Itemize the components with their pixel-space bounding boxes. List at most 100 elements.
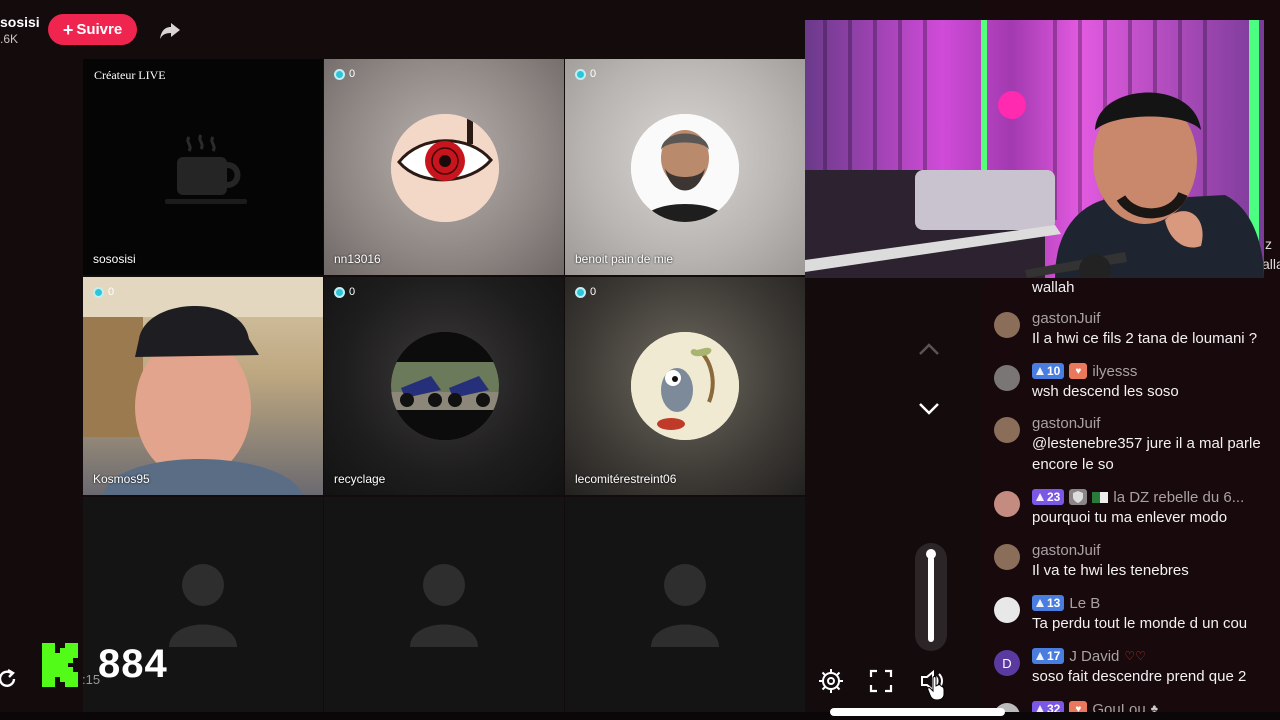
chat-username[interactable]: la DZ rebelle du 6... bbox=[1113, 489, 1244, 506]
chat-avatar[interactable] bbox=[994, 417, 1020, 443]
man-portrait-icon bbox=[631, 114, 739, 222]
chat-text: pourquoi tu ma enlever modo bbox=[1032, 509, 1228, 526]
person-placeholder-icon bbox=[169, 563, 237, 647]
host-likes: .6K bbox=[0, 32, 19, 46]
guest-badge: 0 bbox=[334, 68, 355, 80]
volume-knob[interactable] bbox=[926, 549, 936, 559]
guest-name: recyclage bbox=[334, 472, 386, 486]
guest-tile[interactable]: Créateur LIVE sososisi bbox=[83, 59, 323, 275]
stream-page: sosisi .6K + Suivre Créateur LIVE sososi… bbox=[0, 0, 1280, 720]
guest-tile[interactable]: 0 Kosmos95 bbox=[83, 277, 323, 495]
sharingan-eye-icon bbox=[391, 114, 499, 222]
previous-live-chevron-up-icon[interactable] bbox=[918, 341, 940, 357]
guest-badge: 0 bbox=[575, 286, 596, 298]
chat-username[interactable]: J David bbox=[1069, 648, 1119, 665]
coin-icon bbox=[575, 286, 586, 298]
follow-label: Suivre bbox=[76, 21, 123, 38]
level-badge: 13 bbox=[1032, 595, 1065, 611]
guest-badge: 0 bbox=[575, 68, 596, 80]
guest-tile[interactable]: 0 recyclage bbox=[324, 277, 564, 495]
level-icon bbox=[1036, 367, 1044, 375]
shield-badge-icon bbox=[1069, 489, 1088, 505]
guest-name: lecomitérestreint06 bbox=[575, 472, 677, 486]
person-placeholder-icon bbox=[651, 563, 719, 647]
guest-name: benoit pain de mie bbox=[575, 252, 674, 266]
heart-badge-icon: ♥ bbox=[1069, 363, 1088, 379]
coin-icon bbox=[575, 68, 586, 80]
guest-badge: 0 bbox=[334, 286, 355, 298]
guest-badge-count: 0 bbox=[349, 68, 356, 80]
person-placeholder-icon bbox=[410, 563, 478, 647]
follow-button[interactable]: + Suivre bbox=[48, 14, 137, 45]
chat-message: gastonJuif Il va te hwi les tenebres bbox=[994, 540, 1280, 588]
guest-avatar bbox=[391, 114, 499, 222]
chat-username[interactable]: gastonJuif bbox=[1032, 542, 1100, 559]
guest-badge-count: 0 bbox=[349, 286, 356, 298]
next-live-chevron-down-icon[interactable] bbox=[918, 401, 940, 417]
guest-badge: 0 bbox=[93, 286, 114, 298]
volume-level bbox=[928, 556, 934, 642]
chat-message: 23 la DZ rebelle du 6... pourquoi tu ma … bbox=[994, 487, 1280, 535]
fullscreen-icon[interactable] bbox=[868, 668, 894, 694]
chat-partial-text: z bbox=[1265, 236, 1272, 252]
chat-avatar[interactable]: D bbox=[994, 650, 1020, 676]
volume-slider[interactable] bbox=[915, 543, 947, 651]
guest-name: nn13016 bbox=[334, 252, 381, 266]
level-number: 13 bbox=[1047, 596, 1061, 610]
guest-tile[interactable]: 0 benoit pain de mie bbox=[565, 59, 805, 275]
level-badge: 17 bbox=[1032, 648, 1065, 664]
chat-avatar[interactable] bbox=[994, 597, 1020, 623]
chat-avatar[interactable] bbox=[994, 491, 1020, 517]
chat-avatar[interactable] bbox=[994, 365, 1020, 391]
guest-badge-count: 0 bbox=[108, 286, 115, 298]
share-icon[interactable] bbox=[158, 18, 182, 42]
chat-message: gastonJuif Il a hwi ce fils 2 tana de lo… bbox=[994, 308, 1280, 356]
level-badge: 23 bbox=[1032, 489, 1065, 505]
webcam-feed bbox=[805, 20, 1264, 278]
chat-username[interactable]: ilyesss bbox=[1092, 363, 1137, 380]
level-icon bbox=[1036, 599, 1044, 607]
chat-message: 10 ♥ ilyesss wsh descend les soso bbox=[994, 361, 1280, 409]
plus-icon: + bbox=[62, 19, 74, 40]
algeria-flag-icon bbox=[1092, 491, 1109, 503]
host-name[interactable]: sosisi bbox=[0, 14, 40, 30]
chat-text-continued: encore le so bbox=[1032, 456, 1114, 473]
level-badge: 10 bbox=[1032, 363, 1065, 379]
coin-icon bbox=[93, 286, 104, 298]
guest-avatar bbox=[631, 332, 739, 440]
guest-tile[interactable]: 0 nn13016 bbox=[324, 59, 564, 275]
settings-gear-icon[interactable] bbox=[818, 668, 844, 694]
level-icon bbox=[1036, 652, 1044, 660]
viewer-count: 884 bbox=[98, 642, 168, 686]
chat-username[interactable]: gastonJuif bbox=[1032, 310, 1100, 327]
chat-avatar[interactable] bbox=[994, 544, 1020, 570]
level-icon bbox=[1036, 493, 1044, 501]
chat-avatar[interactable] bbox=[994, 312, 1020, 338]
refresh-icon[interactable] bbox=[0, 668, 18, 690]
guest-tile[interactable]: 0 lecomitérestreint06 bbox=[565, 277, 805, 495]
guest-avatar bbox=[391, 332, 499, 440]
chat-text: wallah bbox=[1032, 279, 1075, 296]
quad-bikes-icon bbox=[391, 332, 499, 440]
chat-message: 13 Le B Ta perdu tout le monde d un cou bbox=[994, 593, 1280, 641]
chat-text: wsh descend les soso bbox=[1032, 383, 1179, 400]
coffee-cup-icon bbox=[165, 134, 247, 204]
guest-video-feed bbox=[83, 277, 323, 495]
empty-seat[interactable] bbox=[565, 497, 805, 712]
chat-username[interactable]: Le B bbox=[1069, 595, 1100, 612]
chat-username[interactable]: gastonJuif bbox=[1032, 415, 1100, 432]
guest-avatar bbox=[631, 114, 739, 222]
level-number: 17 bbox=[1047, 649, 1061, 663]
level-number: 23 bbox=[1047, 490, 1061, 504]
empty-seat[interactable] bbox=[324, 497, 564, 712]
mouse-cursor-hand-icon bbox=[927, 676, 945, 700]
hearts-emoji-icon: ♡♡ bbox=[1124, 649, 1146, 663]
chat-text: @lestenebre357 jure il a mal parle bbox=[1032, 435, 1261, 452]
coin-icon bbox=[334, 68, 345, 80]
bottom-bar bbox=[0, 712, 1280, 720]
kick-logo-icon bbox=[42, 643, 78, 687]
guest-name: Kosmos95 bbox=[93, 472, 150, 486]
guest-name: sososisi bbox=[93, 252, 136, 266]
chat-text: Il a hwi ce fils 2 tana de loumani ? bbox=[1032, 330, 1258, 347]
guest-grid: Créateur LIVE sososisi 0 nn13016 0 benoi… bbox=[83, 59, 805, 712]
